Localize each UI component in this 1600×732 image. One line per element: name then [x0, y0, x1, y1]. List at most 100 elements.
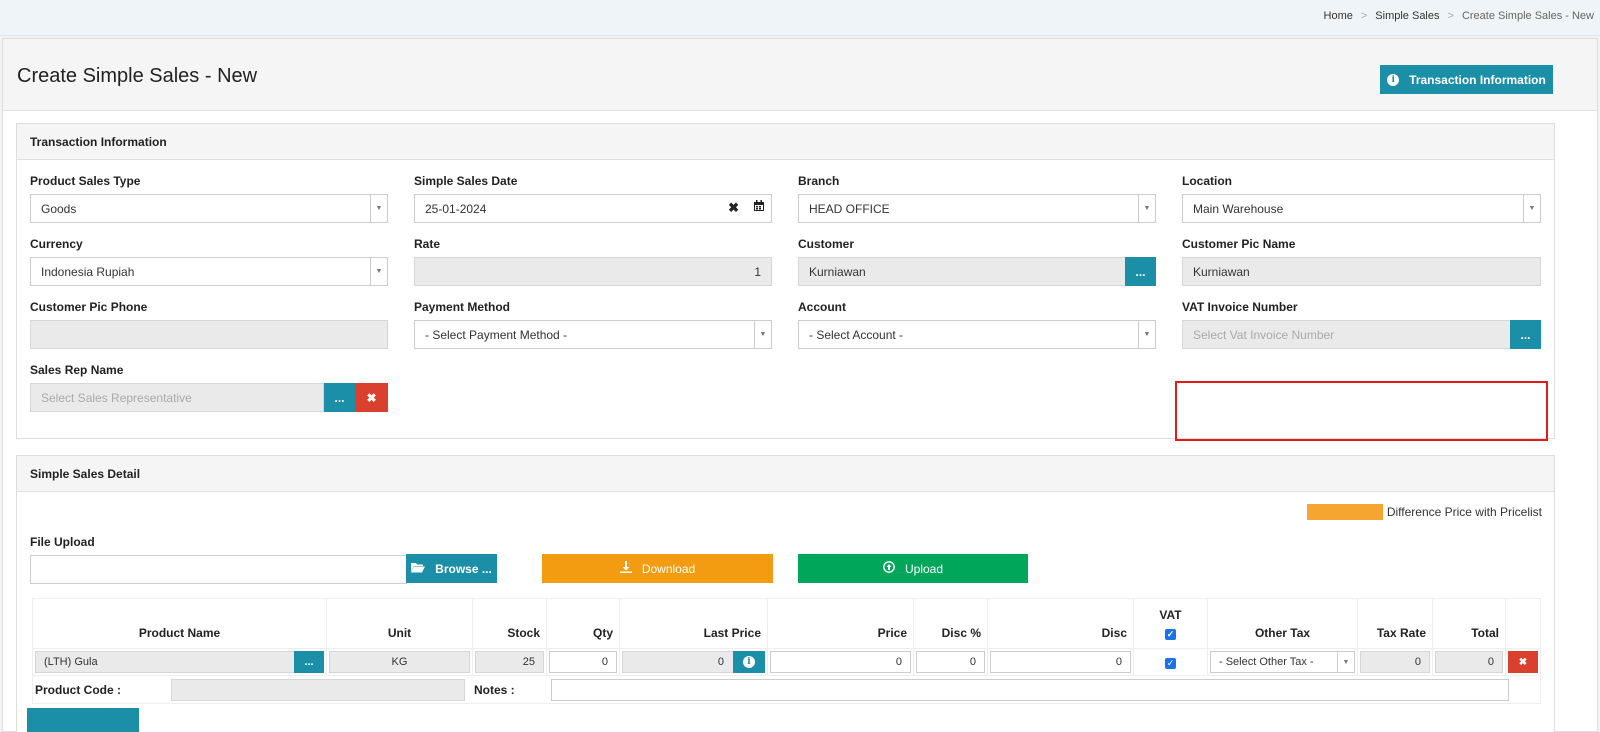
sales-rep-clear-button[interactable]: ✖ — [355, 383, 388, 412]
download-label: Download — [641, 561, 696, 576]
add-row-button[interactable] — [27, 708, 139, 732]
breadcrumb-simple-sales[interactable]: Simple Sales — [1375, 10, 1439, 22]
field-label: Sales Rep Name — [30, 363, 124, 377]
disc-value: 0 — [1115, 656, 1122, 668]
placeholder-text: Select Sales Representative — [41, 390, 192, 405]
select-value: Indonesia Rupiah — [41, 264, 135, 279]
chevron-down-icon: ▼ — [754, 321, 771, 348]
vat-checkbox[interactable]: ✓ — [1165, 658, 1176, 669]
vat-select-all-checkbox[interactable]: ✓ — [1165, 629, 1176, 640]
tax-rate-input[interactable]: 0 — [1360, 651, 1430, 673]
currency-select[interactable]: Indonesia Rupiah ▼ — [30, 257, 388, 286]
account-select[interactable]: - Select Account - ▼ — [798, 320, 1156, 349]
rate-field: Rate 1 — [414, 237, 772, 286]
total-input[interactable]: 0 — [1435, 651, 1503, 673]
upload-label: Upload — [904, 561, 944, 576]
chevron-down-icon: ▼ — [1138, 321, 1155, 348]
price-input[interactable]: 0 — [770, 651, 911, 673]
product-code-input[interactable] — [171, 679, 465, 701]
tax-rate-value: 0 — [1414, 656, 1421, 668]
detail-table: Product Name Unit Stock Qty Last Price P… — [32, 598, 1541, 704]
branch-field: Branch HEAD OFFICE ▼ — [798, 174, 1156, 223]
unit-input[interactable]: KG — [329, 651, 470, 673]
qty-input[interactable]: 0 — [549, 651, 617, 673]
sales-rep-name-field: Sales Rep Name Select Sales Representati… — [30, 363, 388, 412]
breadcrumb-home[interactable]: Home — [1324, 10, 1353, 22]
column-header: Stock — [472, 598, 547, 649]
last-price-value: 0 — [717, 656, 724, 668]
select-value: HEAD OFFICE — [809, 201, 890, 216]
branch-select[interactable]: HEAD OFFICE ▼ — [798, 194, 1156, 223]
column-header: Product Name — [32, 598, 327, 649]
info-icon: i — [1387, 73, 1400, 86]
last-price-info-button[interactable]: i — [733, 651, 765, 673]
file-upload-input[interactable] — [30, 555, 407, 584]
browse-button[interactable]: Browse ... — [406, 554, 497, 583]
last-price-input[interactable]: 0i — [622, 651, 765, 673]
vat-invoice-lookup-button[interactable]: ... — [1510, 320, 1541, 349]
stock-input[interactable]: 25 — [475, 651, 544, 673]
page-title: Create Simple Sales - New — [17, 65, 258, 87]
customer-input[interactable]: Kurniawan ... — [798, 257, 1156, 286]
select-value: Main Warehouse — [1193, 201, 1284, 216]
upload-button[interactable]: Upload — [798, 554, 1028, 583]
location-select[interactable]: Main Warehouse ▼ — [1182, 194, 1541, 223]
simple-sales-date-input[interactable]: 25-01-2024 ✖ — [414, 194, 772, 223]
field-label: Customer Pic Name — [1182, 237, 1296, 251]
placeholder-text: Select Vat Invoice Number — [1193, 327, 1335, 342]
highlight-box — [1175, 381, 1548, 441]
product-lookup-button[interactable]: ... — [294, 651, 324, 673]
vat-column-header: VAT ✓ — [1133, 598, 1208, 649]
column-header: Last Price — [619, 598, 768, 649]
customer-lookup-button[interactable]: ... — [1125, 257, 1156, 286]
browse-label: Browse ... — [435, 561, 492, 576]
vat-invoice-number-input[interactable]: Select Vat Invoice Number ... — [1182, 320, 1541, 349]
download-button[interactable]: Download — [542, 554, 773, 583]
breadcrumb-current: Create Simple Sales - New — [1461, 10, 1594, 22]
price-difference-legend: Difference Price with Pricelist — [1306, 504, 1542, 520]
page-content: Create Simple Sales - New i Transaction … — [2, 38, 1598, 732]
legend-label: Difference Price with Pricelist — [1386, 505, 1542, 519]
transaction-information-button[interactable]: i Transaction Information — [1380, 65, 1553, 94]
delete-row-button[interactable]: ✖ — [1508, 651, 1538, 673]
date-value: 25-01-2024 — [425, 201, 487, 216]
chevron-down-icon: ▼ — [1337, 652, 1354, 672]
disc-percent-input[interactable]: 0 — [916, 651, 985, 673]
total-value: 0 — [1487, 656, 1494, 668]
field-label: Branch — [798, 174, 840, 188]
field-label: VAT Invoice Number — [1182, 300, 1298, 314]
column-header: Tax Rate — [1357, 598, 1433, 649]
breadcrumb-separator: > — [1447, 10, 1454, 22]
simple-sales-date-field: Simple Sales Date 25-01-2024 ✖ — [414, 174, 772, 223]
customer-pic-name-input[interactable]: Kurniawan — [1182, 257, 1541, 286]
product-name-input[interactable]: (LTH) Gula... — [35, 651, 324, 673]
product-sales-type-field: Product Sales Type Goods ▼ — [30, 174, 388, 223]
sales-rep-lookup-button[interactable]: ... — [324, 383, 355, 412]
product-sales-type-select[interactable]: Goods ▼ — [30, 194, 388, 223]
column-header: Unit — [326, 598, 473, 649]
transaction-information-label: Transaction Information — [1409, 72, 1546, 87]
field-label: Currency — [30, 237, 83, 251]
rate-value: 1 — [754, 264, 761, 279]
account-field: Account - Select Account - ▼ — [798, 300, 1156, 349]
customer-pic-phone-field: Customer Pic Phone — [30, 300, 388, 349]
customer-pic-phone-input[interactable] — [30, 320, 388, 349]
customer-value: Kurniawan — [809, 264, 866, 279]
rate-input[interactable]: 1 — [414, 257, 772, 286]
simple-sales-detail-panel: Simple Sales Detail Difference Price wit… — [16, 455, 1555, 732]
breadcrumb-separator: > — [1360, 10, 1368, 22]
currency-field: Currency Indonesia Rupiah ▼ — [30, 237, 388, 286]
notes-input[interactable] — [551, 679, 1509, 701]
column-header-label: VAT — [1159, 608, 1182, 622]
clear-date-icon[interactable]: ✖ — [728, 200, 739, 216]
disc-input[interactable]: 0 — [990, 651, 1131, 673]
product-code-label: Product Code : — [35, 683, 121, 697]
other-tax-select[interactable]: - Select Other Tax - ▼ — [1210, 651, 1355, 673]
calendar-icon[interactable] — [753, 200, 765, 216]
sales-rep-input[interactable]: Select Sales Representative ... ✖ — [30, 383, 388, 412]
payment-method-select[interactable]: - Select Payment Method - ▼ — [414, 320, 772, 349]
panel-heading: Transaction Information — [17, 124, 1554, 160]
vat-invoice-number-field: VAT Invoice Number Select Vat Invoice Nu… — [1182, 300, 1541, 349]
select-value: - Select Other Tax - — [1219, 656, 1314, 668]
field-label: Account — [798, 300, 846, 314]
